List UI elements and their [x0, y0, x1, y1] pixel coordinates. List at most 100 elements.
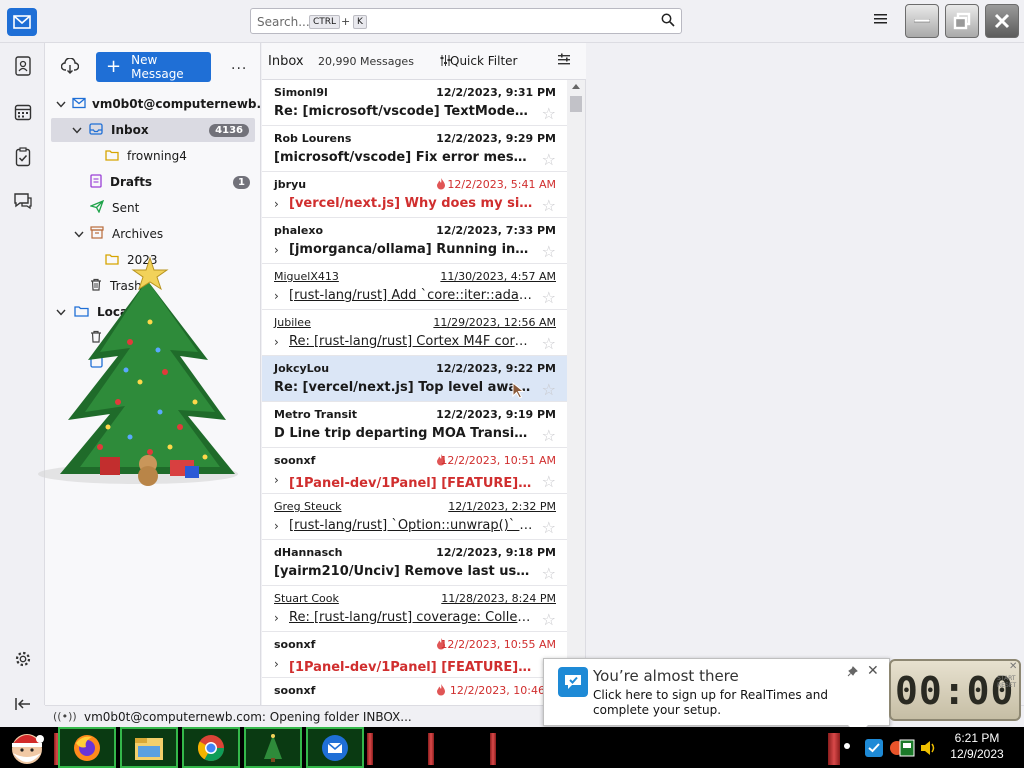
thread-toggle-icon[interactable]: ›: [274, 243, 279, 257]
star-icon[interactable]: ☆: [542, 150, 556, 169]
chevron-down-icon[interactable]: [56, 98, 66, 111]
settings-gear-icon[interactable]: [12, 648, 34, 670]
star-icon[interactable]: ☆: [542, 472, 556, 491]
new-message-button[interactable]: + New Message: [96, 52, 211, 82]
mail-app-icon[interactable]: [7, 8, 37, 36]
message-row[interactable]: Metro Transit 12/2/2023, 9:19 PM D Line …: [262, 402, 568, 448]
thread-toggle-icon[interactable]: ›: [274, 519, 279, 533]
close-widget-icon[interactable]: ✕: [1009, 661, 1017, 672]
taskbar: 6:21 PM 12/9/2023: [0, 727, 1024, 768]
restore-button[interactable]: [945, 4, 979, 38]
star-icon[interactable]: ☆: [542, 242, 556, 261]
network-tray-icon[interactable]: [896, 727, 918, 768]
folder-archives[interactable]: Archives: [45, 222, 261, 246]
stopwatch-widget[interactable]: 00:00 START RESET ✕: [889, 659, 1021, 721]
notification-body[interactable]: Click here to sign up for RealTimes and …: [593, 688, 885, 718]
search-box[interactable]: Search... CTRL + K: [250, 8, 682, 34]
message-row[interactable]: Simonl9l 12/2/2023, 9:31 PM Re: [microso…: [262, 80, 568, 126]
message-row[interactable]: Jubilee 11/29/2023, 12:56 AM › Re: [rust…: [262, 310, 568, 356]
message-list-scrollbar[interactable]: [567, 80, 585, 705]
message-date: 11/30/2023, 4:57 AM: [440, 270, 556, 283]
list-display-options-icon[interactable]: [557, 53, 571, 70]
close-window-button[interactable]: [985, 4, 1019, 38]
taskbar-clock[interactable]: 6:21 PM 12/9/2023: [940, 730, 1014, 762]
star-icon[interactable]: ☆: [542, 288, 556, 307]
message-row[interactable]: jbryu 12/2/2023, 5:41 AM › [vercel/next.…: [262, 172, 568, 218]
message-count: 20,990 Messages: [318, 55, 414, 68]
folder-sent[interactable]: Sent: [45, 196, 261, 220]
scrollbar-thumb[interactable]: [570, 96, 582, 112]
collapse-toolbar-icon[interactable]: [12, 693, 34, 715]
message-row[interactable]: dHannasch 12/2/2023, 9:18 PM [yairm210/U…: [262, 540, 568, 586]
more-options-button[interactable]: ...: [231, 57, 247, 73]
address-book-icon[interactable]: [12, 55, 34, 77]
message-subject: D Line trip departing MOA Transit Stati.…: [274, 426, 532, 441]
star-icon[interactable]: ☆: [542, 196, 556, 215]
search-placeholder: Search...: [257, 15, 310, 29]
thread-toggle-icon[interactable]: ›: [274, 197, 279, 211]
message-row[interactable]: Stuart Cook 11/28/2023, 8:24 PM › Re: [r…: [262, 586, 568, 632]
message-row[interactable]: Rob Lourens 12/2/2023, 9:29 PM [microsof…: [262, 126, 568, 172]
star-icon[interactable]: ☆: [542, 564, 556, 583]
start-santa-icon[interactable]: [2, 727, 52, 768]
plus-icon: +: [106, 56, 122, 77]
tasks-icon[interactable]: [12, 146, 34, 168]
star-icon[interactable]: ☆: [542, 104, 556, 123]
message-subject: [rust-lang/rust] `Option::unwrap()` on a…: [289, 518, 533, 533]
message-row[interactable]: Greg Steuck 12/1/2023, 2:32 PM › [rust-l…: [262, 494, 568, 540]
chat-icon[interactable]: [12, 190, 34, 212]
message-sender: Rob Lourens: [274, 132, 352, 145]
calendar-icon[interactable]: [12, 101, 34, 123]
chevron-down-icon[interactable]: [72, 124, 84, 137]
star-icon[interactable]: ☆: [542, 334, 556, 353]
folder-drafts[interactable]: Drafts 1: [45, 170, 261, 194]
thread-toggle-icon[interactable]: ›: [274, 657, 279, 671]
message-row[interactable]: soonxf 12/2/2023, 10:46 A: [262, 678, 568, 705]
chevron-down-icon[interactable]: [74, 228, 86, 241]
stopwatch-label[interactable]: START RESET: [997, 675, 1019, 689]
thread-toggle-icon[interactable]: ›: [274, 335, 279, 349]
thread-toggle-icon[interactable]: ›: [274, 289, 279, 303]
get-messages-icon[interactable]: [60, 57, 80, 77]
message-row[interactable]: soonxf 12/2/2023, 10:55 AM › [1Panel-dev…: [262, 632, 568, 678]
minimize-button[interactable]: [905, 4, 939, 38]
thunderbird-taskbar-icon[interactable]: [306, 727, 364, 768]
file-explorer-taskbar-icon[interactable]: [120, 727, 178, 768]
realtimes-tray-icon[interactable]: [862, 727, 886, 768]
message-row[interactable]: phalexo 12/2/2023, 7:33 PM › [jmorganca/…: [262, 218, 568, 264]
folder-inbox[interactable]: Inbox 4136: [51, 118, 255, 142]
folder-label: Sent: [112, 201, 140, 215]
search-icon[interactable]: [661, 13, 675, 30]
message-row[interactable]: soonxf 12/2/2023, 10:51 AM › [1Panel-dev…: [262, 448, 568, 494]
flame-icon: [436, 683, 446, 699]
thread-toggle-icon[interactable]: ›: [274, 473, 279, 487]
star-icon[interactable]: ☆: [542, 610, 556, 629]
pin-icon[interactable]: [847, 666, 858, 680]
star-icon[interactable]: ☆: [542, 380, 556, 399]
message-date: 12/2/2023, 9:18 PM: [436, 546, 556, 559]
quick-filter-button[interactable]: Quick Filter: [450, 54, 517, 68]
realtimes-logo-icon: [558, 667, 588, 697]
thread-toggle-icon[interactable]: ›: [274, 611, 279, 625]
firefox-taskbar-icon[interactable]: [58, 727, 116, 768]
christmas-tree-widget[interactable]: [30, 252, 256, 492]
message-date: 11/29/2023, 12:56 AM: [433, 316, 556, 329]
scroll-up-arrow-icon[interactable]: [572, 84, 580, 89]
realtimes-notification[interactable]: You’re almost there Click here to sign u…: [543, 658, 890, 735]
message-row[interactable]: MiguelX413 11/30/2023, 4:57 AM › [rust-l…: [262, 264, 568, 310]
chrome-taskbar-icon[interactable]: [182, 727, 240, 768]
folder-frowning4[interactable]: frowning4: [45, 144, 261, 168]
account-row[interactable]: vm0b0t@computernewb...: [45, 92, 270, 116]
message-date: 12/2/2023, 10:51 AM: [440, 454, 556, 467]
close-notification-icon[interactable]: ✕: [867, 663, 879, 679]
message-subject: [microsoft/vscode] Fix error message: ".…: [274, 150, 532, 165]
clock-date: 12/9/2023: [950, 747, 1004, 761]
message-sender: phalexo: [274, 224, 324, 237]
app-menu-icon[interactable]: [873, 12, 889, 29]
message-subject: [1Panel-dev/1Panel] [FEATURE] 进程守护 ...: [289, 476, 533, 491]
message-sender: jbryu: [274, 178, 307, 191]
star-icon[interactable]: ☆: [542, 518, 556, 537]
christmas-tree-taskbar-icon[interactable]: [244, 727, 302, 768]
volume-icon[interactable]: [918, 727, 938, 768]
star-icon[interactable]: ☆: [542, 426, 556, 445]
